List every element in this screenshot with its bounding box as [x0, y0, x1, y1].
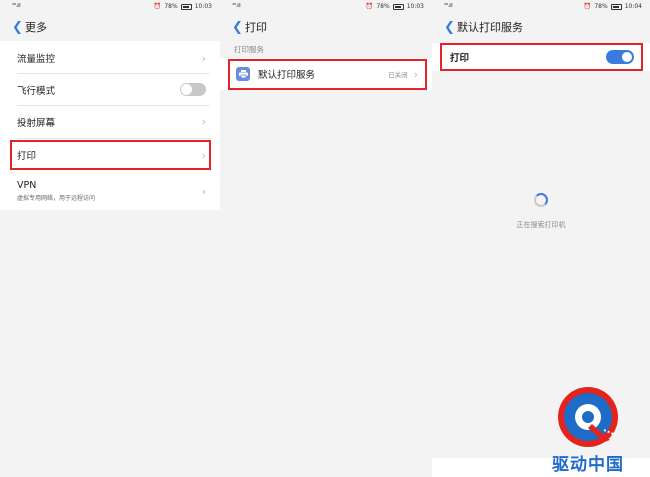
- battery-percent: 78%: [594, 3, 608, 10]
- settings-item-label: 流量监控: [17, 54, 56, 65]
- settings-item-screen-projection[interactable]: 投射屏幕 ›: [0, 106, 220, 137]
- highlight-box: [228, 59, 427, 90]
- divider: [17, 138, 210, 139]
- title-bar: ❮ 默认打印服务: [432, 14, 650, 40]
- settings-item-label: 投射屏幕: [17, 117, 56, 129]
- more-settings-screen: ⁴ᴳ.ıll ⏰ 78% 10:03 ❮ 更多 流量监控 › 飞行模式 投射屏幕…: [0, 0, 220, 477]
- settings-item-label: VPN: [17, 180, 37, 191]
- signal-indicator: ⁴ᴳ.ıll: [232, 3, 241, 9]
- settings-item-sublabel: 虚拟专用网络，用于远程访问: [17, 195, 96, 202]
- watermark-logo: 驱动中国: [528, 384, 648, 476]
- chevron-right-icon: ›: [201, 51, 206, 65]
- title-bar: ❮ 更多: [0, 14, 220, 40]
- clock: 10:04: [624, 3, 642, 10]
- settings-item-vpn[interactable]: VPN 虚拟专用网络，用于远程访问 ›: [0, 173, 220, 209]
- loading-spinner-icon: [534, 193, 548, 207]
- back-arrow-icon[interactable]: ❮: [432, 21, 455, 34]
- highlight-box: [10, 140, 211, 170]
- page-title: 更多: [25, 21, 47, 34]
- status-bar: ⁴ᴳ.ıll ⏰ 78% 10:03: [0, 0, 220, 14]
- alarm-icon: ⏰: [365, 3, 374, 10]
- status-bar: ⁴ᴳ.ıll ⏰ 78% 10:03: [220, 0, 432, 14]
- page-title: 默认打印服务: [457, 21, 523, 34]
- clock: 10:03: [194, 3, 212, 10]
- status-bar: ⁴ᴳ.ıll ⏰ 78% 10:04: [432, 0, 650, 14]
- battery-icon: [180, 3, 192, 10]
- alarm-icon: ⏰: [583, 3, 592, 10]
- alarm-icon: ⏰: [153, 3, 162, 10]
- clock: 10:03: [406, 3, 424, 10]
- logo-emblem-icon: [558, 387, 619, 447]
- page-title: 打印: [245, 21, 267, 34]
- battery-percent: 78%: [376, 3, 390, 10]
- print-screen: ⁴ᴳ.ıll ⏰ 78% 10:03 ❮ 打印 打印服务 默认打印服务 已关闭 …: [220, 0, 432, 477]
- settings-item-airplane-mode[interactable]: 飞行模式: [0, 74, 220, 105]
- watermark-text: 驱动中国: [552, 455, 624, 475]
- back-arrow-icon[interactable]: ❮: [0, 21, 23, 34]
- battery-icon: [610, 3, 622, 10]
- highlight-box: [440, 43, 643, 71]
- section-header: 打印服务: [234, 45, 264, 54]
- title-bar: ❮ 打印: [220, 14, 432, 40]
- airplane-mode-toggle[interactable]: [180, 83, 206, 96]
- signal-indicator: ⁴ᴳ.ıll: [12, 3, 21, 9]
- battery-percent: 78%: [164, 3, 178, 10]
- searching-status: 正在搜索打印机: [516, 221, 566, 229]
- signal-indicator: ⁴ᴳ.ıll: [444, 3, 453, 9]
- settings-item-label: 飞行模式: [17, 85, 56, 97]
- chevron-right-icon: ›: [201, 184, 206, 198]
- battery-icon: [392, 3, 404, 10]
- settings-item-data-monitor[interactable]: 流量监控 ›: [0, 43, 220, 73]
- chevron-right-icon: ›: [201, 115, 206, 128]
- back-arrow-icon[interactable]: ❮: [220, 21, 243, 34]
